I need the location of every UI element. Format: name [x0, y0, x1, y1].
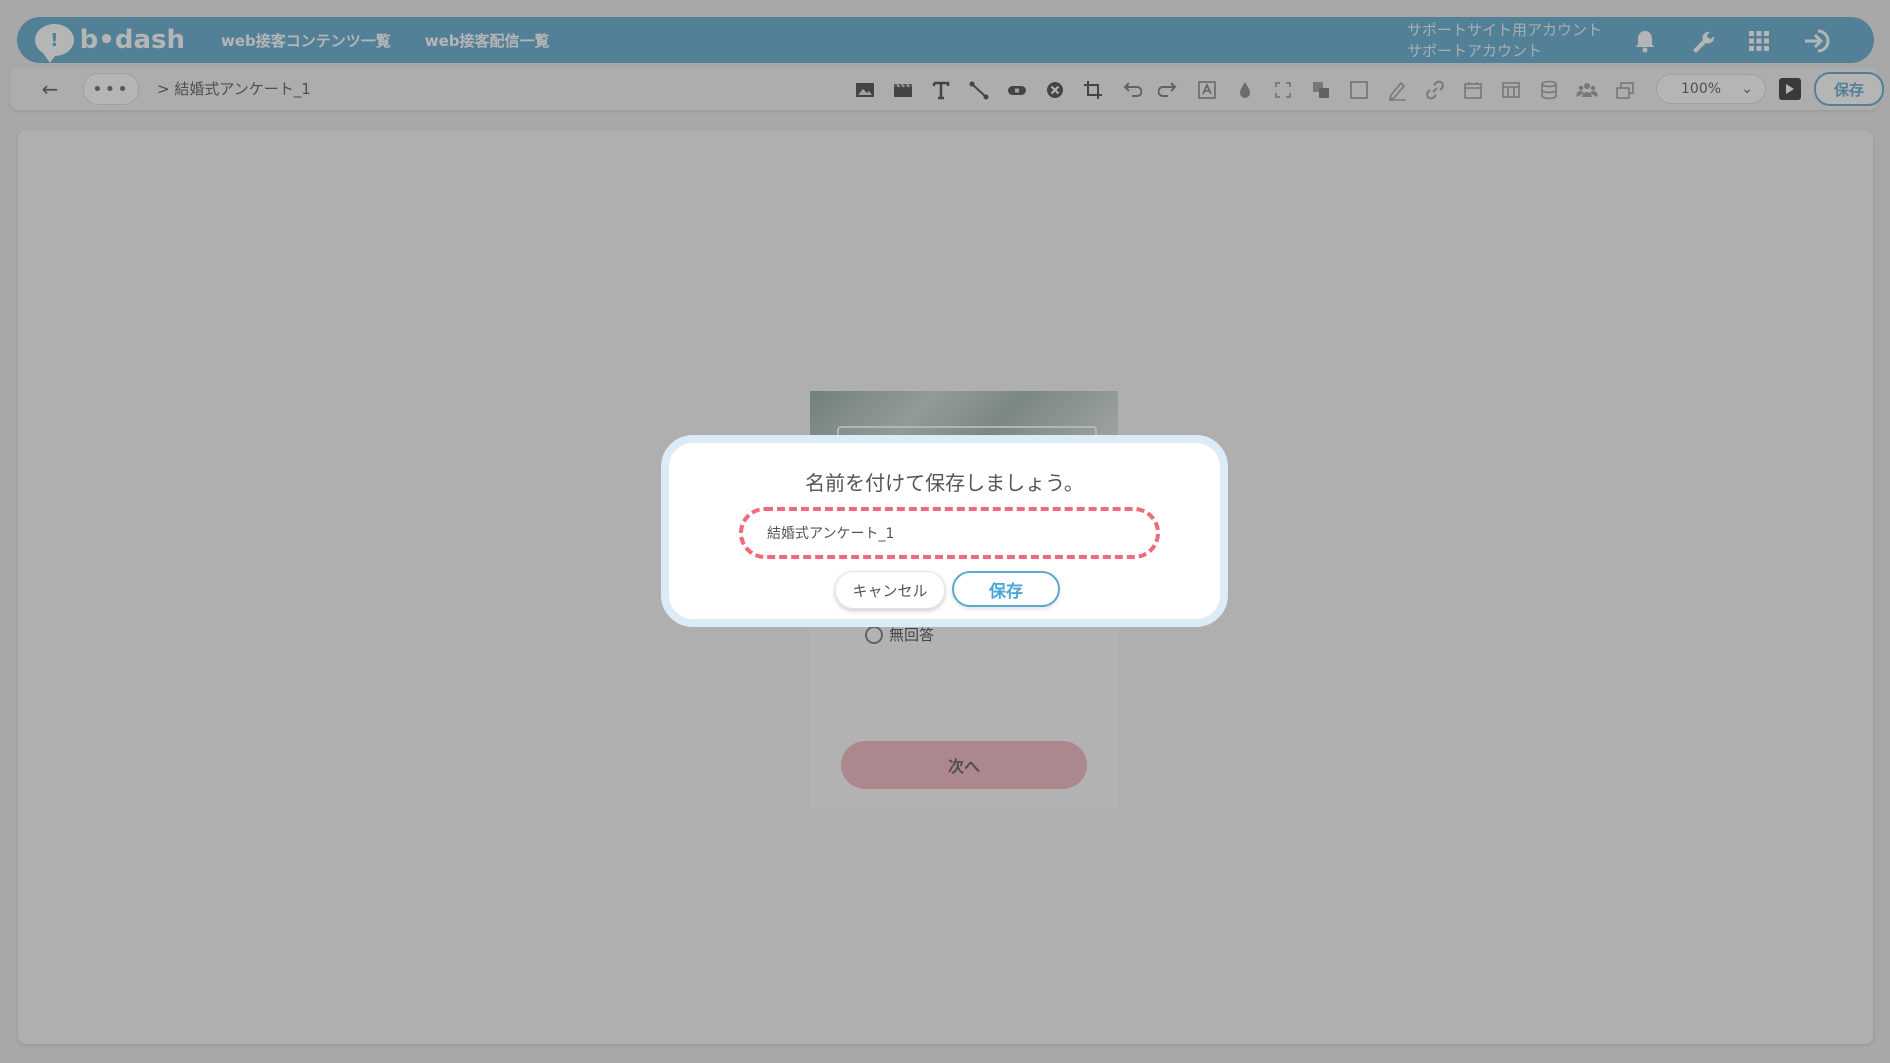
content-name-input[interactable]: [739, 507, 1160, 559]
cancel-button[interactable]: キャンセル: [835, 571, 945, 609]
dialog-title: 名前を付けて保存しましょう。: [805, 471, 1084, 495]
save-button[interactable]: 保存: [952, 571, 1060, 607]
save-dialog: 名前を付けて保存しましょう。 キャンセル 保存: [661, 435, 1228, 627]
app: ! b•dash web接客コンテンツ一覧 web接客配信一覧 サポートサイト用…: [0, 0, 1890, 1063]
